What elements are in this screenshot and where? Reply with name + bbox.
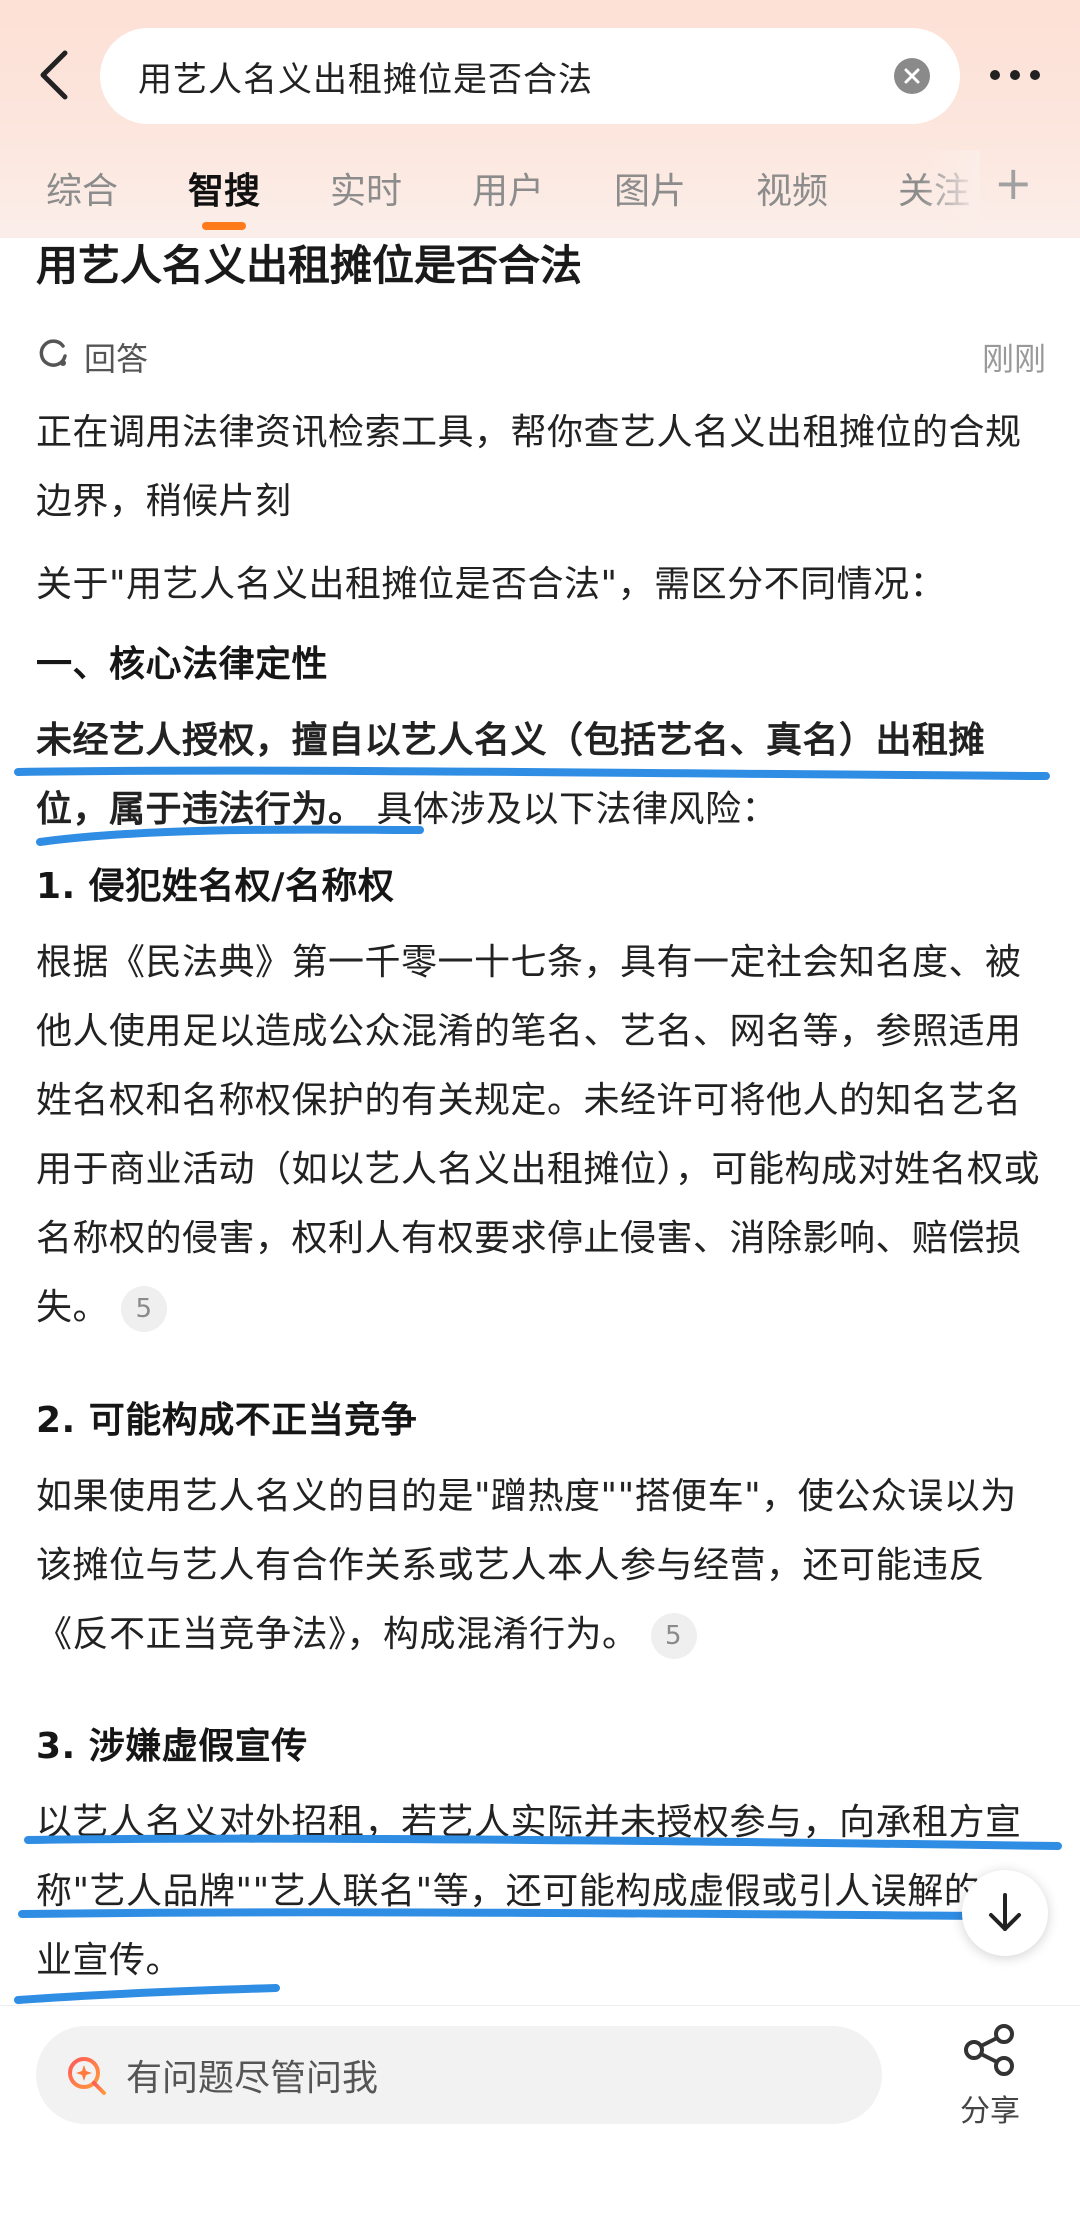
search-tabs: 综合 智搜 实时 用户 图片 视频 关注 <box>0 150 1080 230</box>
tab-users[interactable]: 用户 <box>472 162 544 214</box>
tab-images[interactable]: 图片 <box>614 162 686 214</box>
search-query-text: 用艺人名义出租摊位是否合法 <box>138 59 593 100</box>
point3-heading: 3. 涉嫌虚假宣传 <box>36 1726 308 1767</box>
point2-body: 如果使用艺人名义的目的是"蹭热度""搭便车"，使公众误以为该摊位与艺人有合作关系… <box>36 1476 1017 1655</box>
point2-heading: 2. 可能构成不正当竞争 <box>36 1400 418 1441</box>
share-icon <box>964 2024 1014 2076</box>
tab-realtime[interactable]: 实时 <box>330 162 402 214</box>
point2-paragraph: 如果使用艺人名义的目的是"蹭热度""搭便车"，使公众误以为该摊位与艺人有合作关系… <box>36 1462 1046 1669</box>
point3-paragraph: 以艺人名义对外招租，若艺人实际并未授权参与，向承租方宣称"艺人品牌""艺人联名"… <box>36 1802 1022 1981</box>
answer-label: 回答 <box>84 340 149 378</box>
tab-smart-search[interactable]: 智搜 <box>188 162 260 214</box>
point1-paragraph: 根据《民法典》第一千零一十七条，具有一定社会知名度、被他人使用足以造成公众混淆的… <box>36 928 1046 1342</box>
more-dot-icon <box>1010 70 1020 80</box>
active-tab-indicator <box>202 222 246 230</box>
search-input[interactable]: 用艺人名义出租摊位是否合法 <box>100 28 960 124</box>
citation-badge[interactable]: 5 <box>650 1613 697 1659</box>
ask-input[interactable]: 有问题尽管问我 <box>36 2026 882 2124</box>
answer-meta: 回答 刚刚 <box>36 330 1046 378</box>
clear-search-button[interactable] <box>894 58 930 94</box>
close-icon <box>904 68 920 84</box>
arrow-down-icon <box>989 1893 1021 1931</box>
back-button[interactable] <box>20 40 90 110</box>
more-options-button[interactable] <box>970 40 1060 110</box>
answer-intro: 正在调用法律资讯检索工具，帮你查艺人名义出租摊位的合规边界，稍候片刻 <box>36 412 1022 522</box>
add-tab-button[interactable]: + <box>994 156 1033 210</box>
point1-body: 根据《民法典》第一千零一十七条，具有一定社会知名度、被他人使用足以造成公众混淆的… <box>36 942 1041 1328</box>
refresh-icon <box>39 339 67 367</box>
section1-paragraph: 未经艺人授权，擅自以艺人名义（包括艺名、真名）出租摊位，属于违法行为。 具体涉及… <box>36 706 1046 844</box>
ask-placeholder: 有问题尽管问我 <box>126 2058 379 2099</box>
back-arrow-icon <box>40 50 68 100</box>
more-dot-icon <box>990 70 1000 80</box>
tab-overflow-fade <box>920 150 980 230</box>
share-label: 分享 <box>960 2094 1020 2129</box>
scroll-to-bottom-button[interactable] <box>962 1870 1048 1956</box>
citation-badge[interactable]: 5 <box>121 1286 168 1332</box>
section1-heading: 一、核心法律定性 <box>36 644 329 685</box>
tab-comprehensive[interactable]: 综合 <box>46 162 118 214</box>
section1-rest-text: 具体涉及以下法律风险： <box>376 789 778 830</box>
answer-lead: 关于"用艺人名义出租摊位是否合法"，需区分不同情况： <box>36 564 947 605</box>
ai-search-icon <box>68 2057 106 2095</box>
bottom-bar: 有问题尽管问我 分享 <box>0 2005 1080 2223</box>
answer-title: 用艺人名义出租摊位是否合法 <box>36 241 583 290</box>
point1-heading: 1. 侵犯姓名权/名称权 <box>36 866 395 907</box>
answer-timestamp: 刚刚 <box>981 340 1046 378</box>
more-dot-icon <box>1030 70 1040 80</box>
tab-videos[interactable]: 视频 <box>756 162 828 214</box>
share-button[interactable]: 分享 <box>940 2022 1040 2132</box>
